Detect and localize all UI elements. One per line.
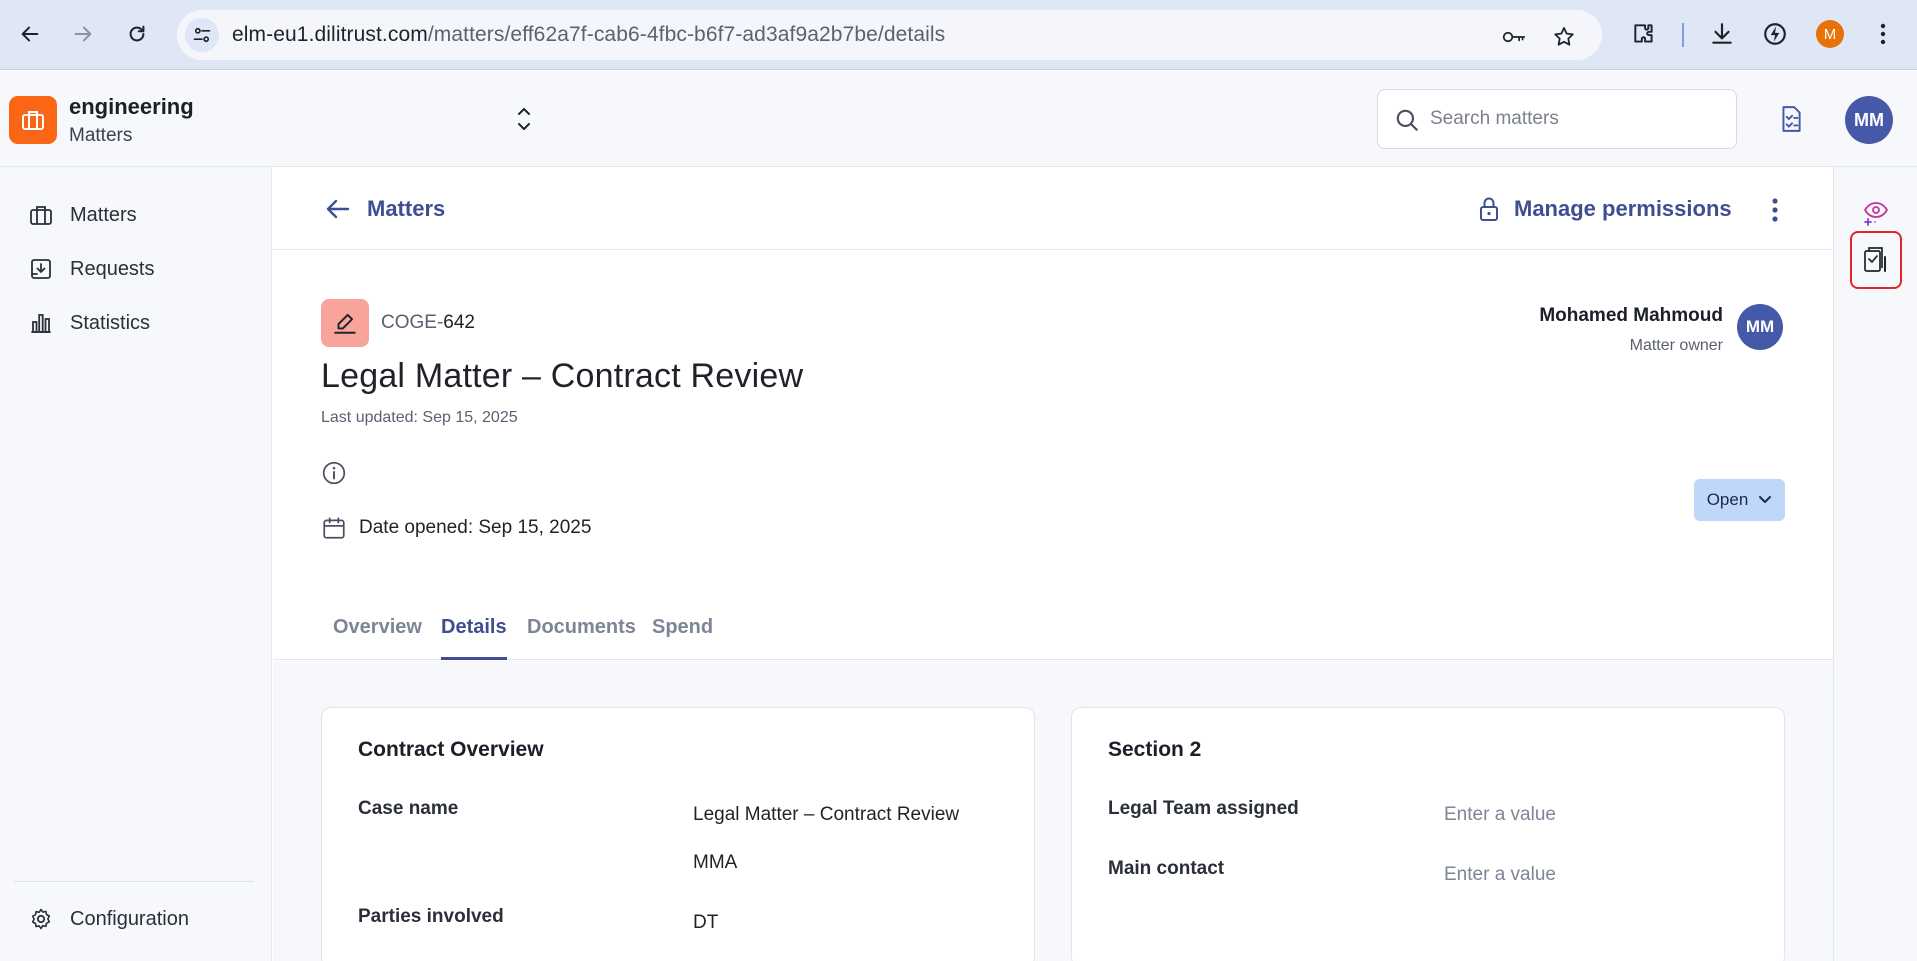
tasks-button[interactable]	[1776, 104, 1806, 134]
gear-icon	[26, 904, 56, 934]
toolbar-separator	[1682, 23, 1684, 47]
main-contact-label: Main contact	[1108, 858, 1225, 879]
browser-reload-button[interactable]	[120, 17, 154, 51]
matter-code-number: 642	[443, 312, 475, 333]
chevron-down-icon	[1759, 496, 1772, 503]
site-info-icon[interactable]	[185, 18, 219, 52]
browser-back-button[interactable]	[13, 17, 47, 51]
reload-icon	[129, 25, 145, 42]
app-header: engineering Matters MM	[0, 71, 1917, 167]
document-check-icon	[1864, 247, 1886, 272]
performance-icon[interactable]	[1758, 17, 1792, 51]
profile-avatar[interactable]: M	[1813, 17, 1847, 51]
search-input[interactable]	[1430, 102, 1720, 136]
sidebar-item-statistics[interactable]: Statistics	[14, 300, 258, 346]
document-checklist-icon	[1782, 106, 1801, 132]
bookmark-star-icon[interactable]	[1552, 25, 1576, 49]
key-icon[interactable]	[1502, 25, 1526, 49]
legal-team-label: Legal Team assigned	[1108, 798, 1299, 819]
case-name-label: Case name	[358, 798, 459, 819]
tab-overview[interactable]: Overview	[333, 616, 422, 660]
arrow-right-icon	[74, 26, 92, 42]
back-to-matters-link[interactable]: Matters	[325, 189, 445, 229]
manage-permissions-label: Manage permissions	[1514, 196, 1732, 221]
matter-owner-avatar[interactable]: MM	[1737, 304, 1783, 350]
workspace-logo[interactable]	[9, 96, 57, 144]
sidebar-item-label: Configuration	[70, 907, 189, 930]
case-name-value[interactable]: Legal Matter – Contract Review	[693, 804, 959, 826]
url-host: elm-eu1.dilitrust.com	[232, 23, 428, 46]
arrow-left-icon	[326, 199, 350, 219]
section-2-card: Section 2 Legal Team assigned Enter a va…	[1071, 707, 1785, 961]
search-icon	[1396, 109, 1418, 131]
briefcase-icon	[26, 200, 56, 230]
browser-forward-button[interactable]	[66, 17, 100, 51]
search-matters-field[interactable]	[1377, 89, 1737, 149]
page-title: Legal Matter – Contract Review	[321, 357, 804, 395]
matter-topbar: Matters Manage permissions	[273, 167, 1833, 250]
legal-team-input[interactable]: Enter a value	[1444, 804, 1556, 826]
sidebar-item-label: Requests	[70, 257, 155, 280]
status-label: Open	[1706, 490, 1749, 509]
last-updated-text: Last updated: Sep 15, 2025	[321, 409, 518, 426]
workspace-section: Matters	[69, 125, 133, 146]
tab-documents[interactable]: Documents	[527, 616, 636, 660]
sidebar-divider	[14, 881, 254, 882]
address-bar[interactable]: elm-eu1.dilitrust.com/matters/eff62a7f-c…	[177, 10, 1602, 60]
chevron-up-down-icon	[518, 108, 530, 130]
tab-details[interactable]: Details	[441, 616, 507, 660]
url-path: /matters/eff62a7f-cab6-4fbc-b6f7-ad3af9a…	[427, 23, 946, 46]
matter-code: COGE-642	[381, 312, 475, 334]
workspace-name: engineering	[69, 94, 194, 119]
lock-icon	[1480, 197, 1498, 221]
main-content: Matters Manage permissions COGE-642 Lega…	[273, 167, 1833, 961]
manage-permissions-button[interactable]: Manage permissions	[1478, 189, 1732, 229]
matter-tabs: Overview Details Documents Spend	[273, 602, 1833, 660]
profile-initial: M	[1816, 20, 1844, 48]
browser-menu-icon[interactable]	[1866, 17, 1900, 51]
bar-chart-icon	[26, 308, 56, 338]
tab-spend[interactable]: Spend	[652, 616, 713, 660]
matter-code-prefix: COGE-	[381, 312, 444, 333]
briefcase-icon	[22, 111, 44, 130]
workspace-switcher[interactable]	[510, 99, 538, 139]
card-title: Section 2	[1108, 738, 1202, 761]
card-title: Contract Overview	[358, 738, 544, 761]
parties-involved-value[interactable]: DT	[693, 912, 718, 934]
sidebar-item-label: Statistics	[70, 311, 151, 334]
more-options-icon[interactable]	[1763, 195, 1787, 225]
matter-type-badge	[321, 299, 369, 347]
inbox-download-icon	[26, 254, 56, 284]
calendar-icon	[323, 517, 345, 539]
case-name-extra-value[interactable]: MMA	[693, 852, 737, 874]
back-label: Matters	[367, 196, 446, 221]
browser-toolbar: elm-eu1.dilitrust.com/matters/eff62a7f-c…	[0, 0, 1917, 70]
signature-icon	[334, 313, 356, 334]
arrow-left-icon	[21, 26, 39, 42]
info-icon[interactable]	[321, 460, 347, 486]
matter-owner-role: Matter owner	[1629, 337, 1723, 354]
date-opened-label: Date opened: Sep 15, 2025	[359, 517, 592, 538]
contract-overview-card: Contract Overview Case name Legal Matter…	[321, 707, 1035, 961]
url-text[interactable]: elm-eu1.dilitrust.com/matters/eff62a7f-c…	[232, 23, 945, 47]
parties-involved-label: Parties involved	[358, 906, 504, 927]
download-icon[interactable]	[1705, 17, 1739, 51]
extensions-icon[interactable]	[1627, 17, 1661, 51]
sidebar-item-label: Matters	[70, 203, 137, 226]
user-avatar[interactable]: MM	[1845, 96, 1893, 144]
right-rail	[1833, 167, 1917, 961]
status-dropdown[interactable]: Open	[1694, 479, 1785, 521]
main-contact-input[interactable]: Enter a value	[1444, 864, 1556, 886]
sidebar-item-matters[interactable]: Matters	[14, 192, 258, 238]
task-review-button[interactable]	[1850, 231, 1902, 289]
left-sidebar: Matters Requests Statistics Configuratio…	[0, 167, 272, 961]
date-opened: Date opened: Sep 15, 2025	[321, 513, 591, 543]
sidebar-item-configuration[interactable]: Configuration	[14, 896, 258, 942]
sidebar-item-requests[interactable]: Requests	[14, 246, 258, 292]
matter-owner-name: Mohamed Mahmoud	[1539, 305, 1723, 326]
eye-sparkle-icon	[1863, 202, 1889, 226]
